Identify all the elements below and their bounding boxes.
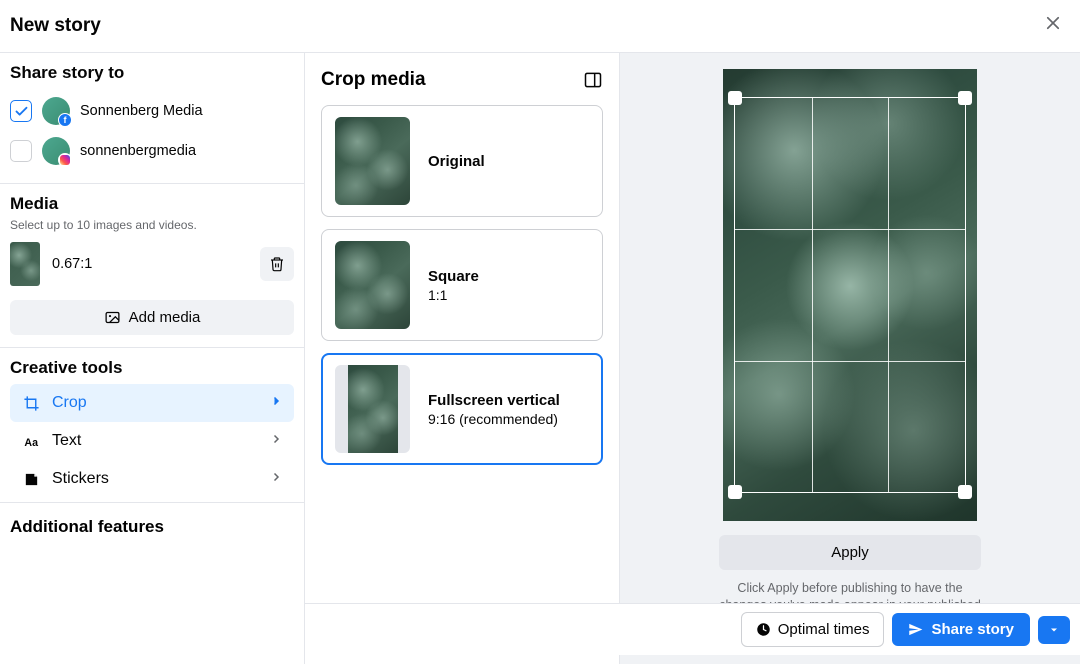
crop-option-title: Original [428, 153, 589, 170]
image-plus-icon [104, 309, 121, 326]
footer: Optimal times Share story [305, 603, 1080, 655]
share-target-facebook[interactable]: f Sonnenberg Media [10, 91, 294, 131]
page-title: New story [10, 15, 101, 37]
optimal-times-button[interactable]: Optimal times [741, 612, 885, 647]
share-heading: Share story to [10, 63, 294, 83]
svg-text:Aa: Aa [24, 436, 38, 448]
send-icon [908, 622, 923, 637]
tool-crop[interactable]: Crop [10, 384, 294, 422]
apply-button[interactable]: Apply [719, 535, 981, 570]
tool-label: Stickers [52, 470, 109, 488]
avatar [42, 137, 70, 165]
share-target-label: Sonnenberg Media [80, 103, 203, 119]
tool-stickers[interactable]: Stickers [10, 460, 294, 498]
crop-handle-tl[interactable] [728, 91, 742, 105]
checkbox[interactable] [10, 100, 32, 122]
chevron-right-icon [270, 471, 282, 483]
share-story-label: Share story [931, 621, 1014, 638]
delete-media-button[interactable] [260, 247, 294, 281]
tool-text[interactable]: Aa Text [10, 422, 294, 460]
crop-handle-tr[interactable] [958, 91, 972, 105]
add-media-button[interactable]: Add media [10, 300, 294, 335]
avatar: f [42, 97, 70, 125]
tools-heading: Creative tools [10, 358, 294, 378]
media-hint: Select up to 10 images and videos. [10, 218, 294, 232]
sticker-icon [23, 471, 40, 488]
crop-option-square[interactable]: Square 1:1 [321, 229, 603, 341]
close-icon [1044, 14, 1062, 32]
checkbox[interactable] [10, 140, 32, 162]
crop-handle-br[interactable] [958, 485, 972, 499]
crop-option-sub: 1:1 [428, 287, 589, 303]
crop-panel: Crop media Original Square 1:1 Fullscree… [305, 53, 620, 664]
crop-option-title: Fullscreen vertical [428, 392, 589, 409]
crop-option-title: Square [428, 268, 589, 285]
caret-down-icon [1048, 624, 1060, 636]
clock-icon [756, 622, 771, 637]
add-media-label: Add media [129, 309, 201, 326]
tool-label: Crop [52, 394, 87, 412]
preview-image[interactable] [723, 69, 977, 521]
chevron-right-icon [270, 433, 282, 445]
crop-heading: Crop media [321, 69, 426, 91]
facebook-badge-icon: f [58, 113, 72, 127]
share-target-instagram[interactable]: sonnenbergmedia [10, 131, 294, 171]
optimal-times-label: Optimal times [778, 621, 870, 638]
instagram-badge-icon [58, 153, 72, 167]
preview-area: Apply Click Apply before publishing to h… [620, 53, 1080, 664]
share-story-button[interactable]: Share story [892, 613, 1030, 646]
crop-handle-bl[interactable] [728, 485, 742, 499]
chevron-right-icon [270, 395, 282, 407]
media-thumbnail[interactable] [10, 242, 40, 286]
sidebar[interactable]: Share story to f Sonnenberg Media sonnen… [0, 53, 305, 664]
crop-option-sub: 9:16 (recommended) [428, 411, 589, 427]
share-target-label: sonnenbergmedia [80, 143, 196, 159]
close-button[interactable] [1040, 10, 1066, 42]
media-heading: Media [10, 194, 294, 214]
trash-icon [269, 256, 285, 272]
tool-label: Text [52, 432, 81, 450]
check-icon [14, 104, 29, 119]
crop-icon [23, 395, 40, 412]
aspect-ratio-label: 0.67:1 [52, 256, 248, 272]
aspect-preset-icon[interactable] [583, 70, 603, 90]
crop-option-original[interactable]: Original [321, 105, 603, 217]
crop-frame[interactable] [734, 97, 966, 493]
text-icon: Aa [23, 433, 40, 450]
share-dropdown-button[interactable] [1038, 616, 1070, 644]
additional-heading: Additional features [10, 517, 294, 537]
crop-option-fullscreen-vertical[interactable]: Fullscreen vertical 9:16 (recommended) [321, 353, 603, 465]
